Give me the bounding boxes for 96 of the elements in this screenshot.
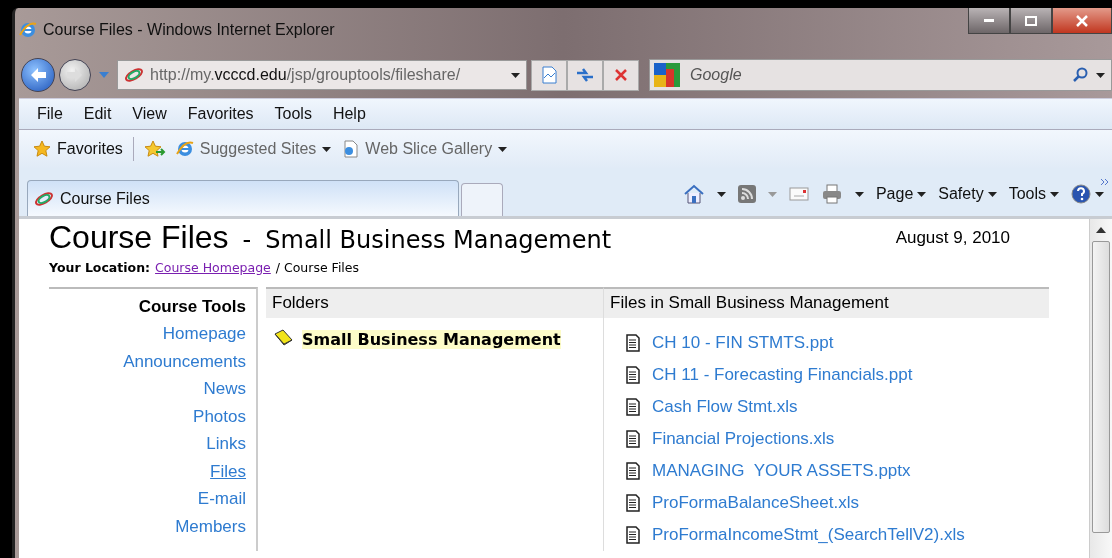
dropdown-caret-icon — [1050, 191, 1059, 197]
command-button[interactable]: Page — [875, 185, 927, 203]
help-icon — [1071, 184, 1091, 204]
browser-tab[interactable]: Course Files — [27, 180, 459, 216]
scrollbar-thumb[interactable] — [1092, 241, 1110, 533]
date-text: August 9, 2010 — [895, 228, 1010, 249]
document-icon — [626, 462, 640, 480]
refresh-button[interactable] — [567, 59, 603, 91]
file-link[interactable]: ProFormaIncomeStmt_(SearchTellV2).xls — [652, 525, 965, 545]
broken-page-icon — [541, 66, 557, 84]
minimize-icon — [984, 19, 994, 22]
refresh-arrows-icon — [576, 67, 594, 83]
document-icon — [626, 494, 640, 512]
mail-icon[interactable] — [788, 187, 809, 201]
browser-logo-icon — [175, 140, 194, 158]
stop-button[interactable] — [603, 59, 639, 91]
menu-item[interactable]: Favorites — [187, 105, 254, 123]
dropdown-caret-icon — [1095, 191, 1104, 197]
folder-link[interactable]: Small Business Management — [302, 329, 561, 349]
document-icon — [626, 366, 640, 384]
file-link[interactable]: Cash Flow Stmt.xls — [652, 397, 798, 417]
breadcrumb-link[interactable]: Course Homepage — [155, 260, 271, 275]
page-title: Course Files — [49, 219, 229, 256]
document-icon — [626, 526, 640, 544]
file-link[interactable]: CH 10 - FIN STMTS.ppt — [652, 333, 834, 353]
dropdown-caret-icon — [987, 191, 997, 197]
stop-x-icon — [614, 68, 628, 82]
close-icon — [1075, 14, 1089, 27]
document-icon — [626, 398, 640, 416]
forward-arrow-icon — [66, 67, 84, 83]
file-link[interactable]: ProFormaBalanceSheet.xls — [652, 493, 859, 513]
compatibility-view-button[interactable] — [531, 59, 567, 91]
file-link[interactable]: Financial Projections.xls — [652, 429, 835, 449]
menu-item[interactable]: Edit — [83, 105, 112, 123]
search-box[interactable]: Google — [649, 59, 1112, 91]
chevron-icon[interactable] — [1100, 178, 1110, 186]
menu-item[interactable]: View — [132, 105, 167, 123]
location-label: Your Location: — [49, 260, 151, 275]
home-icon[interactable] — [682, 184, 705, 204]
dropdown-caret-icon[interactable] — [1096, 72, 1105, 78]
vertical-scrollbar[interactable] — [1089, 219, 1112, 558]
dropdown-caret-icon — [322, 146, 332, 152]
back-button[interactable] — [21, 58, 55, 92]
add-to-favorites-star-icon[interactable] — [143, 140, 166, 158]
browser-logo-icon — [19, 21, 37, 39]
dropdown-caret-icon[interactable] — [716, 191, 726, 197]
sidebar-link[interactable]: Files — [210, 457, 246, 485]
column-header: Files in Small Business Management — [604, 289, 1049, 318]
search-icon[interactable] — [1072, 67, 1088, 83]
dropdown-caret-icon[interactable] — [511, 72, 520, 78]
scroll-up-arrow-icon[interactable] — [1096, 227, 1106, 233]
close-button[interactable] — [1052, 8, 1112, 34]
dropdown-caret-icon — [917, 191, 927, 197]
site-logo-icon — [124, 67, 144, 83]
feed-icon[interactable] — [737, 185, 756, 203]
site-logo-icon — [34, 190, 54, 207]
command-button[interactable]: Tools — [1008, 185, 1059, 203]
page-subtitle: Small Business Management — [265, 226, 612, 254]
favorites-bar-link[interactable]: Suggested Sites — [175, 140, 332, 158]
menu-item[interactable]: Tools — [274, 105, 312, 123]
menu-item[interactable]: File — [37, 105, 63, 123]
sidebar-heading: Course Tools — [138, 297, 246, 317]
sidebar-link[interactable]: Homepage — [162, 320, 246, 348]
sidebar-link[interactable]: Members — [175, 512, 246, 540]
maximize-button[interactable] — [1010, 8, 1052, 34]
help-button[interactable] — [1071, 184, 1104, 204]
url-text: http://my.vcccd.edu/jsp/grouptools/fileshare/ — [150, 66, 462, 84]
breadcrumb-current: / Course Files — [275, 260, 360, 275]
printer-icon[interactable] — [820, 184, 843, 204]
sidebar-link[interactable]: E-mail — [197, 485, 246, 513]
command-button[interactable]: Safety — [938, 185, 997, 203]
search-provider-logo-icon — [654, 63, 680, 87]
minimize-button[interactable] — [968, 8, 1010, 34]
document-icon — [626, 430, 640, 448]
sidebar-link[interactable]: News — [203, 375, 246, 403]
file-link[interactable]: MANAGING YOUR ASSETS.pptx — [652, 461, 911, 481]
favorites-button[interactable]: Favorites — [33, 140, 123, 158]
dropdown-caret-icon — [498, 146, 508, 152]
star-icon — [33, 140, 51, 158]
address-bar[interactable]: http://my.vcccd.edu/jsp/grouptools/fileshare/ — [117, 60, 527, 90]
menu-item[interactable]: Help — [332, 105, 366, 123]
document-icon — [626, 334, 640, 352]
back-arrow-icon — [29, 67, 47, 83]
page-icon — [341, 140, 360, 158]
window-title: Course Files - Windows Internet Explorer — [43, 21, 335, 39]
favorites-bar-link[interactable]: Web Slice Gallery — [341, 140, 508, 158]
search-field[interactable]: Google — [688, 65, 1064, 85]
column-header: Folders — [266, 289, 603, 318]
sidebar-link[interactable]: Announcements — [123, 347, 246, 375]
dropdown-caret-icon[interactable] — [854, 191, 864, 197]
title-separator: - — [242, 226, 252, 254]
maximize-icon — [1024, 15, 1038, 26]
sidebar-link[interactable]: Links — [206, 430, 246, 458]
file-link[interactable]: CH 11 - Forecasting Financials.ppt — [652, 365, 913, 385]
forward-button[interactable] — [59, 59, 91, 91]
sidebar-link[interactable]: Photos — [193, 402, 246, 430]
